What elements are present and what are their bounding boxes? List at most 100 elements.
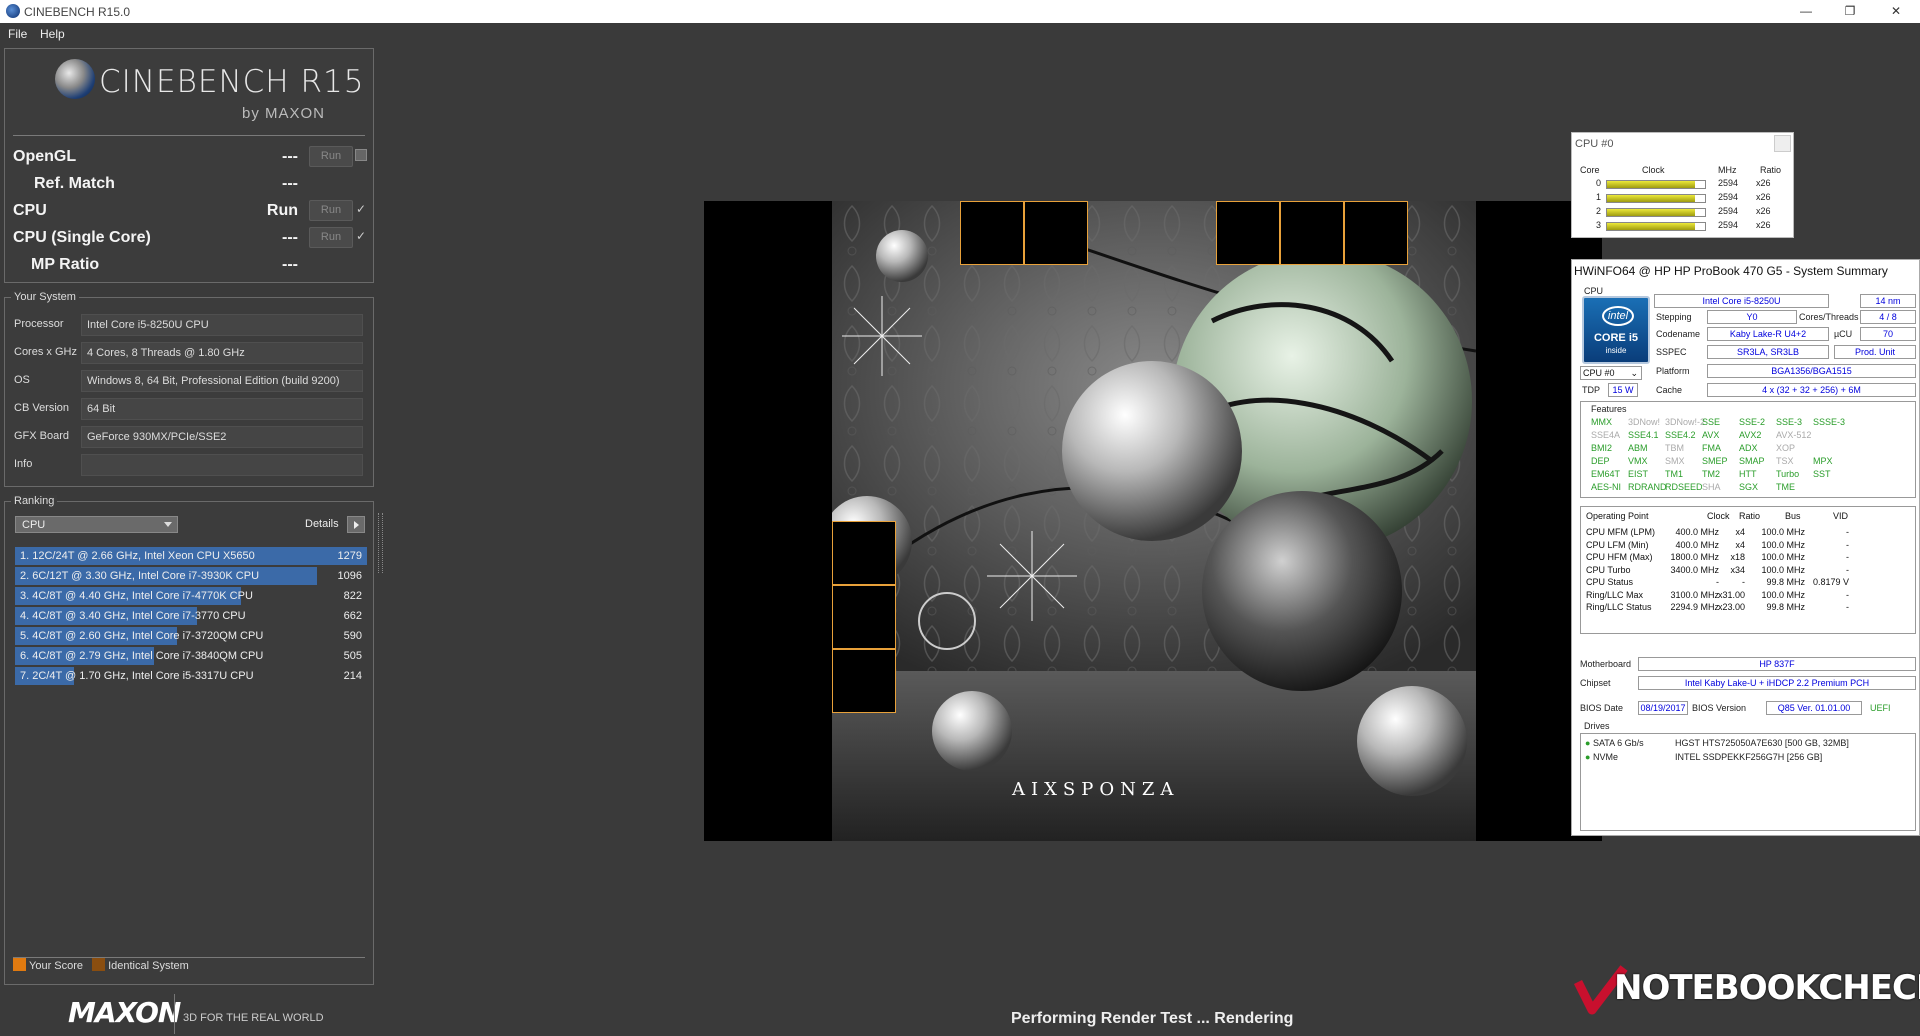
restore-button[interactable]: ❐ <box>1830 2 1870 20</box>
details-button[interactable] <box>347 516 365 533</box>
bench-score-mp-ratio: --- <box>282 256 298 273</box>
divider <box>174 994 175 1034</box>
cpu0-close-button[interactable] <box>1774 135 1791 152</box>
panel-resize-handle[interactable] <box>378 513 383 573</box>
cpu-select-dropdown[interactable]: CPU #0 ⌄ <box>1580 366 1642 380</box>
ranking-row[interactable]: 4. 4C/8T @ 3.40 GHz, Intel Core i7-3770 … <box>15 607 367 625</box>
core-ratio: x26 <box>1756 178 1771 188</box>
menu-file[interactable]: File <box>8 27 27 41</box>
uefi-label: UEFI <box>1870 703 1891 713</box>
bench-score-ref-match: --- <box>282 175 298 192</box>
cores-threads-field: 4 / 8 <box>1860 310 1916 324</box>
drive-row[interactable]: ● SATA 6 Gb/s <box>1585 738 1644 748</box>
bench-score-cpu-single: --- <box>282 229 298 246</box>
motherboard-field: HP 837F <box>1638 657 1916 671</box>
drive-row[interactable]: ● NVMe <box>1585 752 1618 762</box>
drives-label: Drives <box>1584 721 1610 731</box>
op-header: Operating Point <box>1586 511 1649 521</box>
render-image: AIXSPONZA <box>832 201 1476 841</box>
opengl-checkbox[interactable] <box>355 149 367 161</box>
sys-label: OS <box>14 374 30 386</box>
sspec-field: SR3LA, SR3LB <box>1707 345 1829 359</box>
feature-flag: Turbo <box>1776 469 1800 479</box>
ucu-label: µCU <box>1834 329 1853 339</box>
ranking-row[interactable]: 6. 4C/8T @ 2.79 GHz, Intel Core i7-3840Q… <box>15 647 367 665</box>
cpu-checkmark-icon[interactable]: ✓ <box>355 203 367 215</box>
sys-row-os: OS Windows 8, 64 Bit, Professional Editi… <box>5 369 373 393</box>
cpu-select-value: CPU #0 <box>1583 368 1615 378</box>
bench-row-cpu-single: CPU (Single Core) --- Run ✓ <box>5 225 373 251</box>
operating-point-table: Operating Point Clock Ratio Bus VID CPU MFM (… <box>1580 506 1916 634</box>
ranking-row[interactable]: 3. 4C/8T @ 4.40 GHz, Intel Core i7-4770K… <box>15 587 367 605</box>
sys-label: Info <box>14 458 33 470</box>
sys-label: CB Version <box>14 402 70 414</box>
feature-flag: SSE4A <box>1591 430 1621 440</box>
menu-help[interactable]: Help <box>40 27 65 41</box>
sys-value-cores: 4 Cores, 8 Threads @ 1.80 GHz <box>81 342 363 364</box>
op-value: - <box>1846 589 1849 600</box>
intel-brand: intel <box>1602 306 1634 326</box>
codename-field: Kaby Lake-R U4+2 <box>1707 327 1829 341</box>
core-ratio: x26 <box>1756 192 1771 202</box>
op-value: 100.0 MHz <box>1761 552 1805 562</box>
info-input[interactable] <box>81 454 363 476</box>
drive-type: NVMe <box>1592 752 1618 762</box>
run-button-cpu[interactable]: Run <box>309 200 353 221</box>
sys-value-os: Windows 8, 64 Bit, Professional Edition … <box>81 370 363 392</box>
intel-inside: inside <box>1605 346 1627 355</box>
op-value: - <box>1846 539 1849 550</box>
cinebench-logo-icon <box>55 59 95 99</box>
benchmark-panel: CINEBENCH R15 by MAXON OpenGL --- Run Re… <box>4 48 374 283</box>
prod-unit-field: Prod. Unit <box>1834 345 1916 359</box>
feature-flag: DEP <box>1591 456 1610 466</box>
feature-flag: SSE4.2 <box>1665 430 1696 440</box>
close-button[interactable]: ✕ <box>1876 2 1916 20</box>
ranking-score: 1096 <box>337 570 362 582</box>
features-label: Features <box>1591 404 1627 414</box>
sys-row-cb-version: CB Version 64 Bit <box>5 397 373 421</box>
logo-by-maxon: by MAXON <box>242 105 326 122</box>
feature-flag: TM1 <box>1665 469 1683 479</box>
ranking-row[interactable]: 5. 4C/8T @ 2.60 GHz, Intel Core i7-3720Q… <box>15 627 367 645</box>
cpu0-core-row: 3 2594 x26 <box>1572 220 1793 233</box>
cpu0-header-core: Core <box>1580 165 1600 175</box>
sys-row-cores: Cores x GHz 4 Cores, 8 Threads @ 1.80 GH… <box>5 341 373 365</box>
bench-label-cpu-single: CPU (Single Core) <box>13 229 151 246</box>
ranking-row[interactable]: 2. 6C/12T @ 3.30 GHz, Intel Core i7-3930… <box>15 567 367 585</box>
minimize-button[interactable]: — <box>1786 2 1826 20</box>
feature-flag: SSE4.1 <box>1628 430 1659 440</box>
platform-label: Platform <box>1656 366 1690 376</box>
features-panel: Features MMX 3DNow! 3DNow!-2 SSE SSE-2 SSE-3 S… <box>1580 401 1916 498</box>
motherboard-label: Motherboard <box>1580 659 1632 669</box>
ranking-row[interactable]: 1. 12C/24T @ 2.66 GHz, Intel Xeon CPU X5… <box>15 547 367 565</box>
feature-flag: SSSE-3 <box>1813 417 1846 427</box>
run-button-opengl[interactable]: Run <box>309 146 353 167</box>
op-header: VID <box>1833 511 1849 521</box>
cpu-single-checkmark-icon[interactable]: ✓ <box>355 230 367 242</box>
render-scene <box>832 201 1476 841</box>
your-system-panel: Your System Processor Intel Core i5-8250… <box>4 291 374 487</box>
ranking-row[interactable]: 7. 2C/4T @ 1.70 GHz, Intel Core i5-3317U… <box>15 667 367 685</box>
platform-field: BGA1356/BGA1515 <box>1707 364 1916 378</box>
op-value: x23.00 <box>1717 602 1745 612</box>
ranking-dropdown[interactable]: CPU <box>15 516 178 533</box>
core-clock-bar <box>1606 194 1706 203</box>
ucu-field: 70 <box>1860 327 1916 341</box>
op-value: 1800.0 MHz <box>1670 552 1719 562</box>
stepping-label: Stepping <box>1656 312 1692 322</box>
bench-label-cpu: CPU <box>13 202 47 219</box>
op-value: 2294.9 MHz <box>1670 602 1719 612</box>
core-id: 0 <box>1596 178 1602 188</box>
ranking-score: 590 <box>343 630 362 642</box>
drive-name: INTEL SSDPEKKF256G7H [256 GB] <box>1675 752 1823 762</box>
bench-row-opengl: OpenGL --- Run <box>5 144 373 170</box>
op-value: x4 <box>1735 539 1745 550</box>
op-value: 400.0 MHz <box>1675 527 1719 537</box>
chipset-field: Intel Kaby Lake-U + iHDCP 2.2 Premium PC… <box>1638 676 1916 690</box>
feature-flag: SST <box>1813 469 1831 479</box>
op-header: Clock <box>1707 511 1730 521</box>
feature-flag: RDRAND <box>1628 482 1667 492</box>
ranking-label: 2. 6C/12T @ 3.30 GHz, Intel Core i7-3930… <box>20 570 260 582</box>
bench-label-opengl: OpenGL <box>13 148 77 165</box>
run-button-cpu-single[interactable]: Run <box>309 227 353 248</box>
